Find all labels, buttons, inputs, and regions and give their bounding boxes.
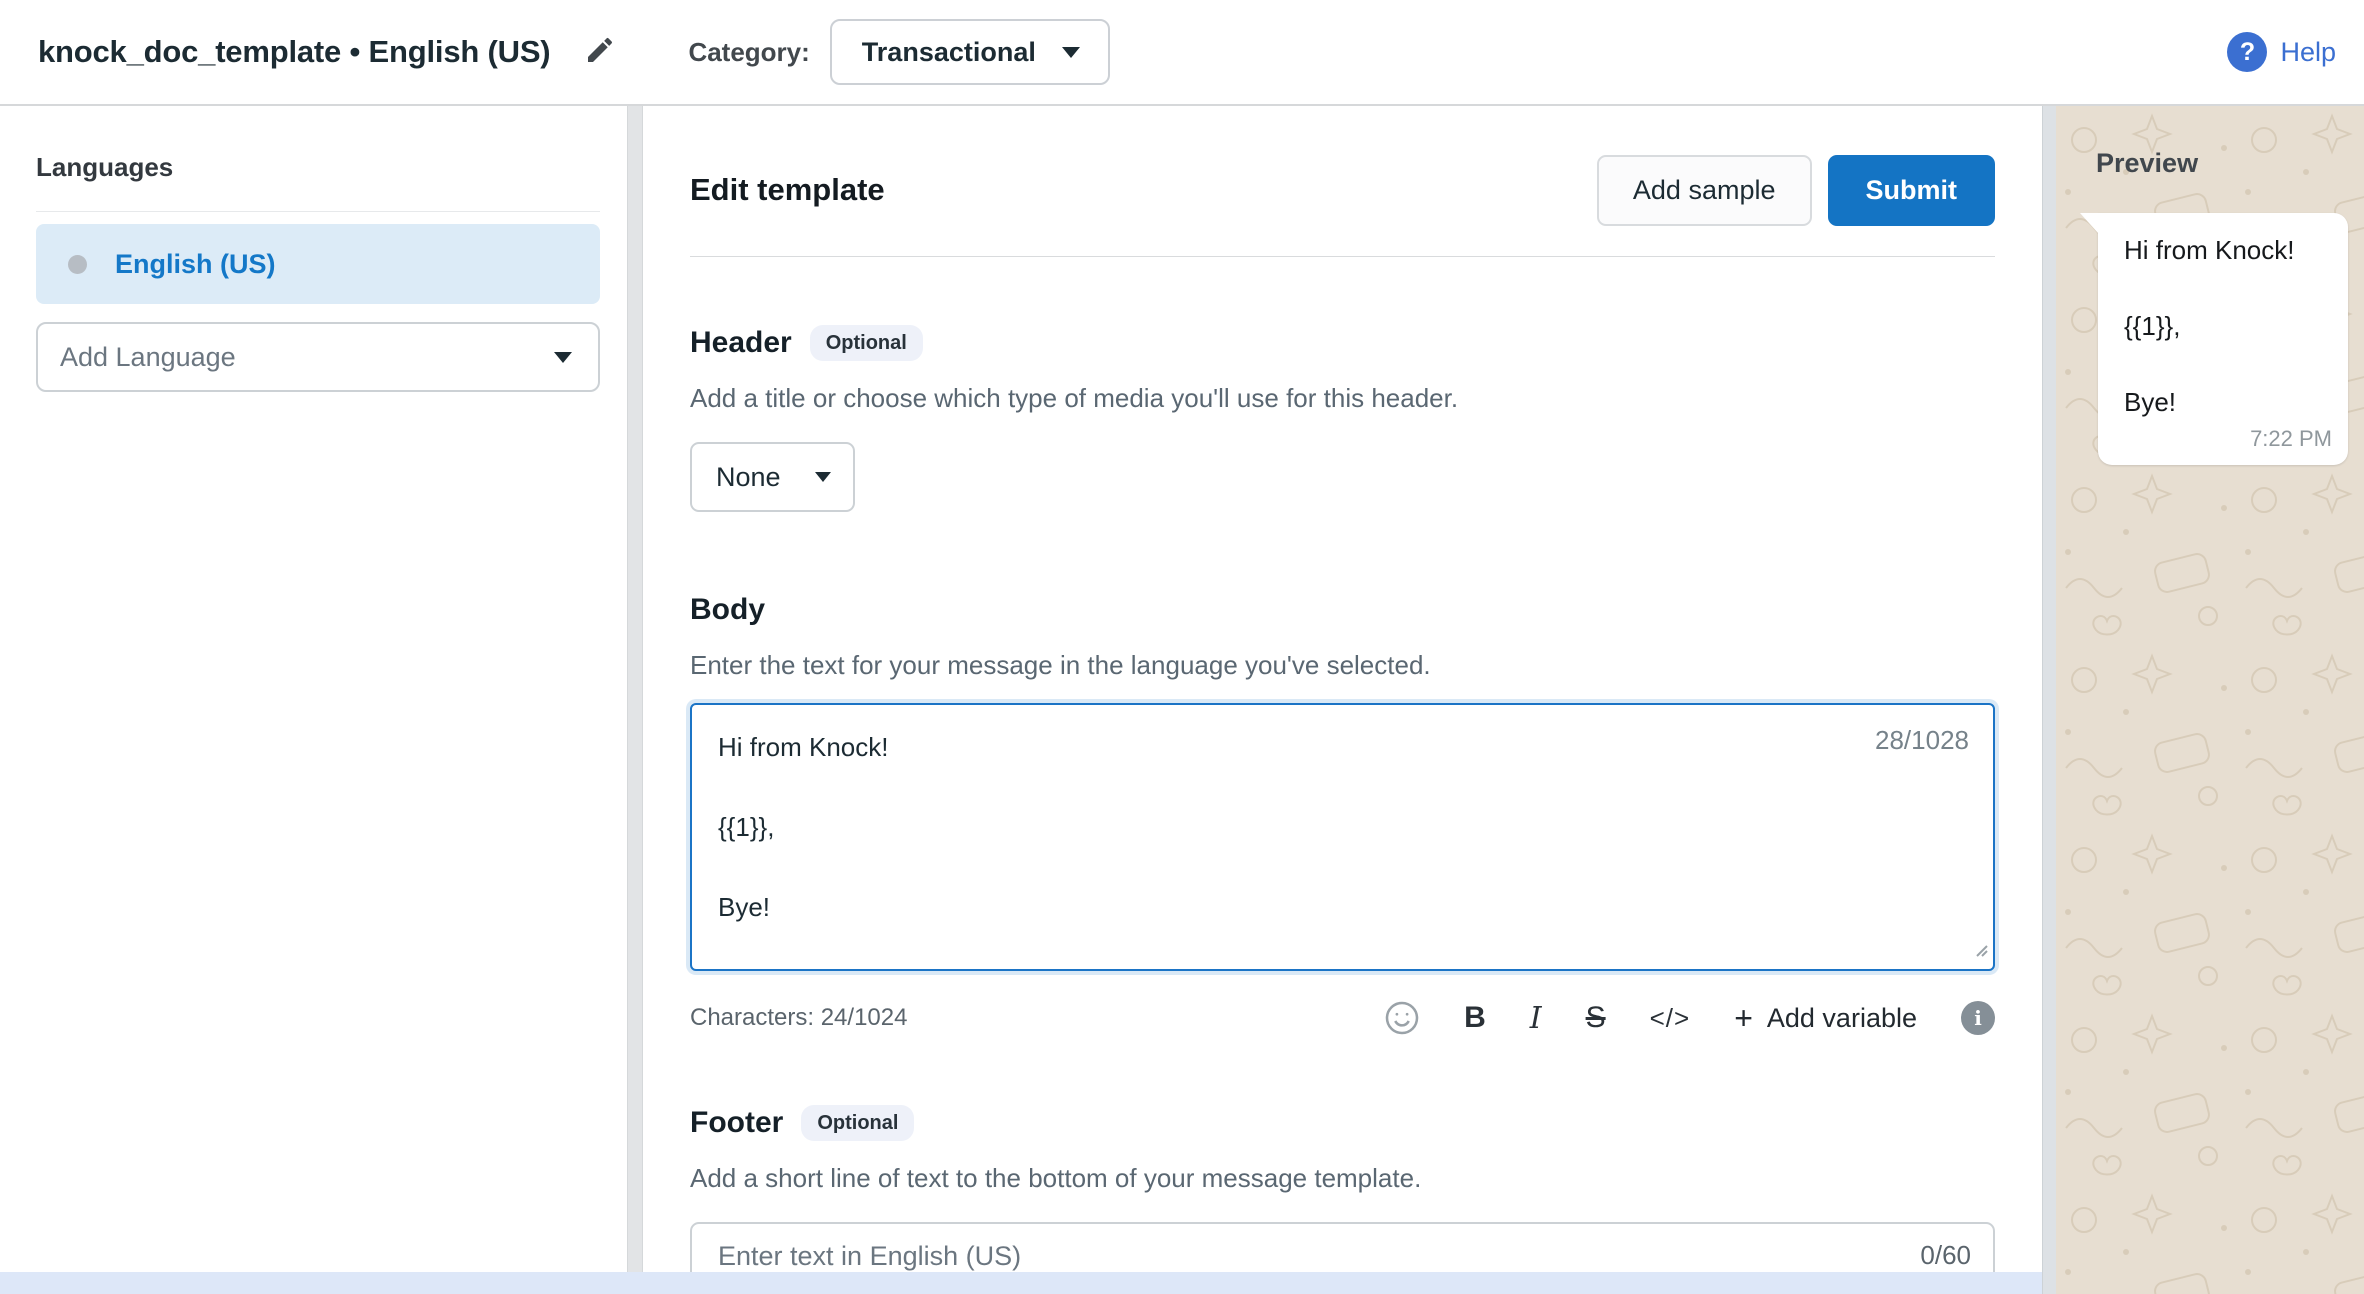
bottom-banner-edge [0, 1272, 2042, 1294]
help-icon: ? [2227, 32, 2267, 72]
footer-char-counter: 0/60 [1920, 1240, 1971, 1271]
code-button[interactable]: </> [1650, 1003, 1691, 1034]
formatting-toolbar: B I S </> + Add variable i [1384, 1000, 1995, 1036]
characters-count: Characters: 24/1024 [690, 1004, 907, 1032]
sidebar-item-english-us[interactable]: English (US) [36, 224, 600, 304]
category-label: Category: [688, 37, 809, 68]
bubble-tail-icon [2080, 213, 2098, 240]
strikethrough-button[interactable]: S [1586, 1001, 1606, 1035]
header-section-title: Header [690, 326, 792, 360]
help-link[interactable]: ? Help [2227, 32, 2336, 72]
body-section-description: Enter the text for your message in the l… [690, 650, 1995, 681]
chevron-down-icon [1062, 47, 1080, 58]
header-actions: Add sample Submit [1597, 155, 1995, 226]
category-dropdown[interactable]: Transactional [830, 19, 1110, 85]
pencil-icon [584, 34, 616, 71]
languages-heading: Languages [36, 152, 600, 183]
sidebar-main-divider [627, 106, 643, 1294]
optional-badge: Optional [801, 1105, 914, 1141]
footer-section-title: Footer [690, 1106, 783, 1140]
info-icon[interactable]: i [1961, 1001, 1995, 1035]
preview-panel: Preview Hi from Knock! {{1}}, Bye! 7:22 … [2056, 106, 2364, 1294]
plus-icon: + [1734, 1002, 1753, 1034]
help-label: Help [2280, 37, 2336, 68]
top-bar: knock_doc_template • English (US) Catego… [0, 0, 2364, 106]
header-media-value: None [716, 462, 781, 493]
add-language-dropdown[interactable]: Add Language [36, 322, 600, 392]
footer-section: Footer Optional Add a short line of text… [690, 1101, 1995, 1290]
chevron-down-icon [554, 352, 572, 363]
body-section: Body Enter the text for your message in … [690, 588, 1995, 1043]
body-section-title: Body [690, 593, 765, 627]
body-text-input[interactable]: Hi from Knock! {{1}}, Bye! [690, 703, 1995, 971]
body-editor: Hi from Knock! {{1}}, Bye! 28/1028 [690, 703, 1995, 971]
language-status-dot-icon [68, 255, 87, 274]
body-char-counter: 28/1028 [1875, 725, 1969, 756]
sidebar-divider [36, 211, 600, 212]
add-variable-button[interactable]: + Add variable [1734, 1002, 1917, 1034]
chevron-down-icon [815, 472, 831, 482]
edit-template-panel: Edit template Add sample Submit Header O… [643, 106, 2042, 1294]
header-divider [690, 256, 1995, 257]
header-section: Header Optional Add a title or choose wh… [690, 321, 1995, 512]
category-value: Transactional [862, 37, 1036, 68]
message-timestamp: 7:22 PM [2250, 426, 2332, 452]
page-title: knock_doc_template • English (US) [38, 34, 550, 70]
submit-button[interactable]: Submit [1828, 155, 1996, 226]
resize-handle-icon[interactable] [1972, 941, 1988, 962]
preview-heading: Preview [2096, 148, 2364, 179]
italic-button[interactable]: I [1530, 1001, 1542, 1036]
main-preview-divider [2042, 106, 2056, 1294]
add-sample-button[interactable]: Add sample [1597, 155, 1812, 226]
body-toolbar-row: Characters: 24/1024 B I S </> [690, 993, 1995, 1043]
languages-sidebar: Languages English (US) Add Language [0, 106, 627, 1294]
add-variable-label: Add variable [1767, 1003, 1917, 1034]
message-text: Hi from Knock! {{1}}, Bye! [2124, 231, 2324, 421]
template-editor-app: knock_doc_template • English (US) Catego… [0, 0, 2364, 1294]
bold-button[interactable]: B [1464, 1001, 1486, 1035]
header-media-dropdown[interactable]: None [690, 442, 855, 512]
optional-badge: Optional [810, 325, 923, 361]
message-bubble: Hi from Knock! {{1}}, Bye! 7:22 PM [2098, 213, 2348, 465]
add-language-placeholder: Add Language [60, 342, 236, 373]
language-label: English (US) [115, 249, 276, 280]
emoji-button[interactable] [1384, 1000, 1420, 1036]
footer-section-description: Add a short line of text to the bottom o… [690, 1163, 1995, 1194]
edit-template-heading: Edit template [690, 172, 885, 208]
header-section-description: Add a title or choose which type of medi… [690, 383, 1995, 414]
edit-template-header: Edit template Add sample Submit [690, 154, 1995, 226]
edit-title-button[interactable] [578, 30, 622, 74]
